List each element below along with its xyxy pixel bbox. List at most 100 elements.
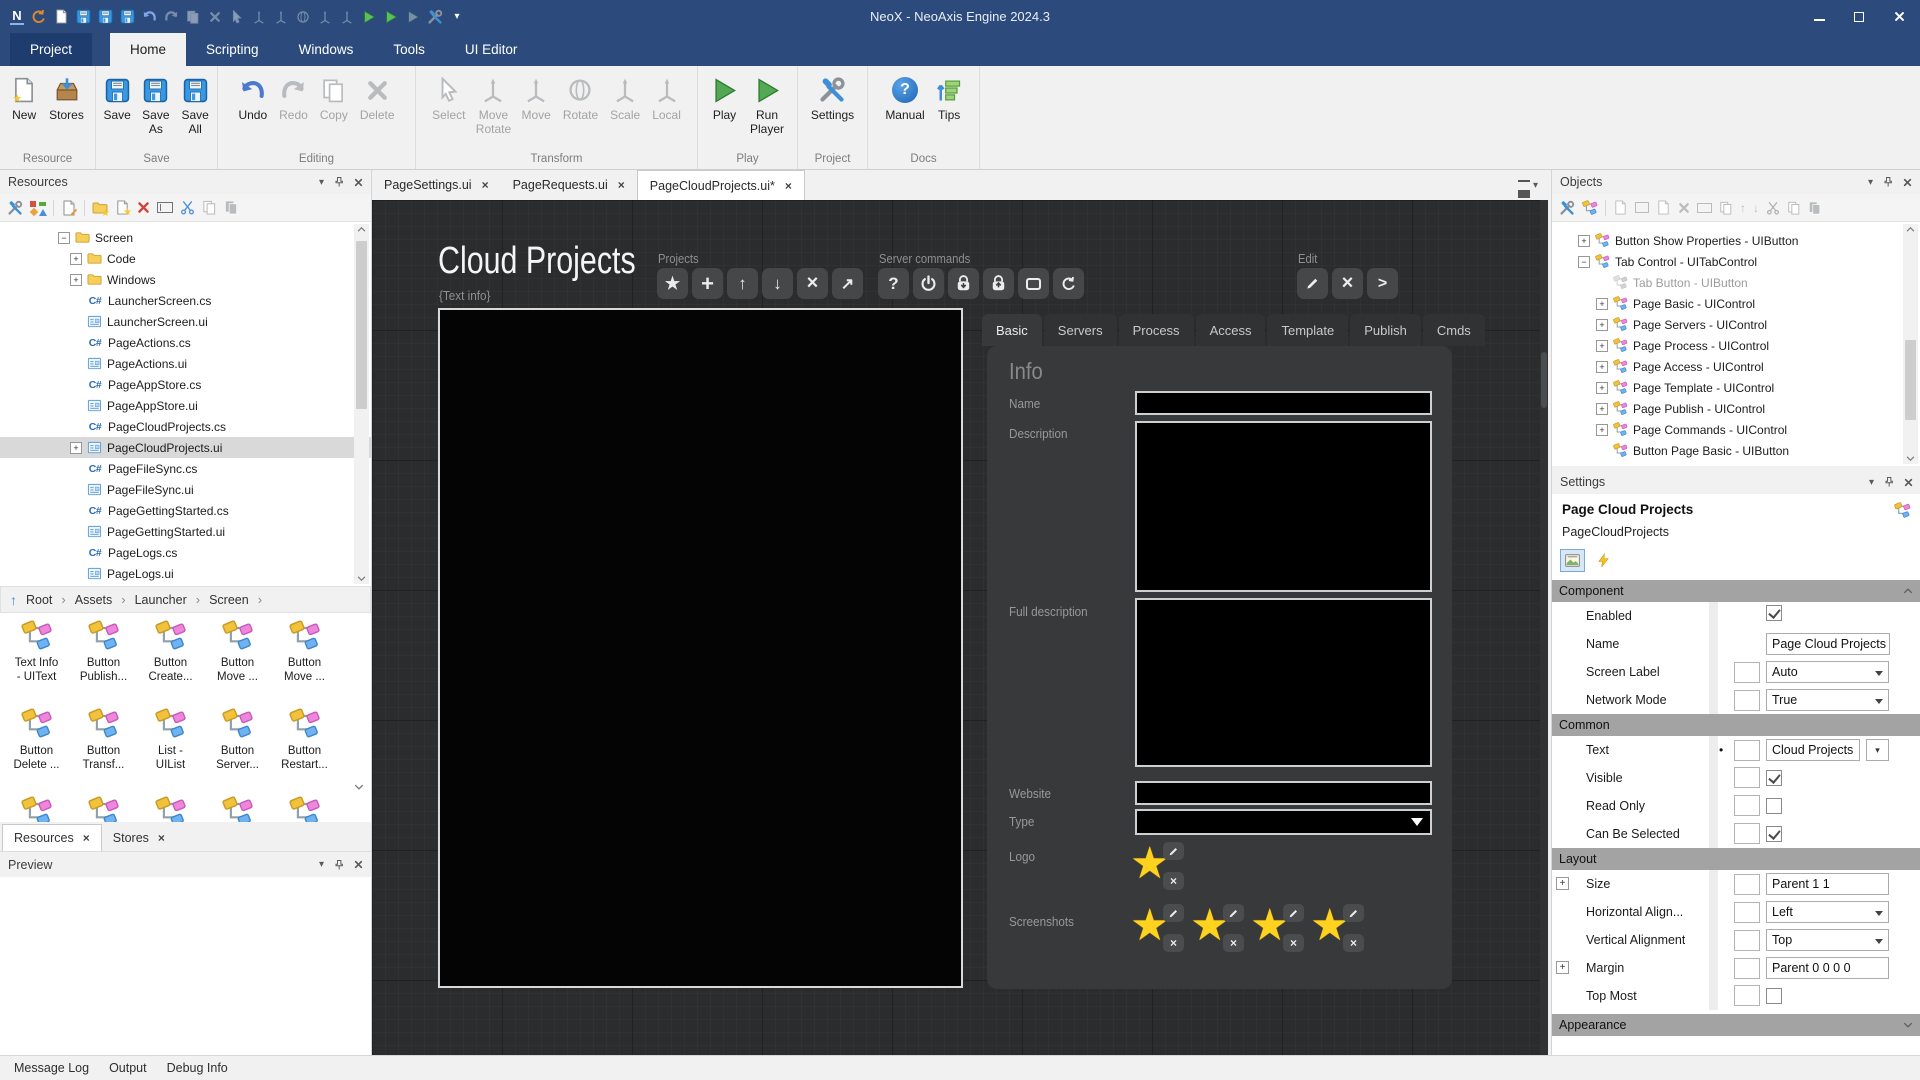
redo-icon[interactable]	[160, 6, 182, 28]
select-button[interactable]: Select	[426, 71, 471, 150]
delete-icon[interactable]	[204, 6, 226, 28]
menu-tab-project[interactable]: Project	[10, 33, 92, 66]
close-button[interactable]	[1884, 6, 1914, 28]
edit-button[interactable]	[1297, 268, 1328, 299]
sync-icon[interactable]	[28, 6, 50, 28]
tree-row[interactable]: PageLogs.ui	[0, 563, 371, 584]
properties-tab-button[interactable]	[1560, 549, 1585, 572]
pin-icon[interactable]	[333, 176, 345, 188]
can-be-selected-checkbox[interactable]	[1766, 826, 1782, 842]
expand-icon[interactable]: +	[1596, 424, 1608, 436]
tree-row[interactable]: C#PageLogs.cs	[0, 542, 371, 563]
grid-item[interactable]: List -UIList	[137, 701, 204, 789]
tree-row[interactable]: PageFileSync.ui	[0, 479, 371, 500]
quickbar-menu-icon[interactable]: ▾	[446, 6, 468, 28]
window-icon[interactable]	[1635, 202, 1649, 213]
edit-resource-icon[interactable]	[61, 200, 77, 216]
scroll-down-icon[interactable]	[1902, 1019, 1914, 1031]
tab-debug-info[interactable]: Debug Info	[157, 1061, 238, 1075]
redo-button[interactable]: Redo	[273, 71, 314, 150]
default-box[interactable]	[1734, 690, 1760, 711]
expand-icon[interactable]: +	[1556, 877, 1569, 890]
tree-row[interactable]: +Windows	[0, 269, 371, 290]
edit-icon[interactable]	[1613, 200, 1628, 215]
doc-tab-pagerequests[interactable]: PageRequests.ui×	[501, 170, 637, 200]
close-icon[interactable]: ×	[618, 178, 625, 192]
move-up-button[interactable]: ↑	[727, 268, 758, 299]
tree-scrollbar[interactable]	[354, 224, 369, 584]
move-rotate-button[interactable]: Move Rotate	[471, 71, 515, 150]
tab-stores[interactable]: Stores×	[102, 824, 176, 851]
new-folder-icon[interactable]: ★	[92, 200, 108, 216]
default-box[interactable]	[1734, 930, 1760, 951]
copy-icon[interactable]	[1787, 201, 1801, 215]
default-box[interactable]	[1734, 662, 1760, 683]
close-icon[interactable]: ×	[482, 178, 489, 192]
name-field[interactable]: Page Cloud Projects	[1766, 633, 1890, 655]
close-icon[interactable]	[1904, 478, 1913, 487]
play-button[interactable]: Play	[705, 71, 744, 150]
grid-item[interactable]	[3, 789, 70, 822]
tree-row[interactable]: −Screen	[0, 227, 371, 248]
tree-row[interactable]: C#LauncherScreen.cs	[0, 290, 371, 311]
pin-icon[interactable]	[1882, 176, 1894, 188]
tree-row[interactable]: PageAppStore.ui	[0, 395, 371, 416]
menu-tab-ui-editor[interactable]: UI Editor	[445, 33, 538, 66]
scrollbar-thumb[interactable]	[1905, 340, 1916, 420]
move-rotate-icon[interactable]	[248, 6, 270, 28]
tab-access[interactable]: Access	[1196, 314, 1266, 346]
scrollbar-thumb[interactable]	[356, 241, 367, 409]
default-box[interactable]	[1734, 823, 1760, 844]
full-description-input[interactable]	[1135, 598, 1432, 767]
screen-label-dropdown[interactable]: Auto	[1766, 661, 1889, 683]
close-icon[interactable]	[354, 860, 363, 869]
type-dropdown[interactable]	[1135, 809, 1432, 835]
canvas-scrollbar[interactable]	[1540, 200, 1548, 1055]
copy-button[interactable]: Copy	[314, 71, 354, 150]
expand-icon[interactable]: +	[1596, 319, 1608, 331]
scroll-down-icon[interactable]	[353, 781, 365, 793]
edit-screenshot-button[interactable]	[1163, 904, 1184, 922]
breadcrumb-assets[interactable]: Assets	[75, 593, 113, 607]
scale-button[interactable]: Scale	[604, 71, 646, 150]
window-button[interactable]	[1018, 268, 1049, 299]
events-tab-button[interactable]	[1591, 549, 1616, 572]
tab-message-log[interactable]: Message Log	[4, 1061, 99, 1075]
new-button[interactable]: ★New	[5, 71, 43, 150]
expand-icon[interactable]: +	[1596, 403, 1608, 415]
edit-logo-button[interactable]	[1163, 842, 1184, 860]
expand-icon[interactable]: +	[1596, 340, 1608, 352]
run-player-icon[interactable]	[380, 6, 402, 28]
grid-item[interactable]: ButtonPublish...	[70, 613, 137, 701]
collapse-icon[interactable]: −	[1578, 256, 1590, 268]
new-resource-icon[interactable]	[50, 6, 72, 28]
grid-item[interactable]: ButtonServer...	[204, 701, 271, 789]
scale-icon[interactable]	[314, 6, 336, 28]
objects-scrollbar[interactable]	[1903, 224, 1918, 464]
website-input[interactable]	[1135, 781, 1432, 805]
move-down-icon[interactable]: ↓	[1753, 201, 1759, 215]
default-box[interactable]	[1734, 740, 1760, 761]
remove-screenshot-button[interactable]: ×	[1283, 934, 1304, 952]
tree-row[interactable]: PageGettingStarted.ui	[0, 521, 371, 542]
new-resource-icon[interactable]: ★	[115, 200, 130, 215]
name-input[interactable]	[1135, 391, 1432, 415]
grid-item[interactable]	[271, 789, 338, 822]
edit-screenshot-button[interactable]	[1223, 904, 1244, 922]
vertical-alignment-dropdown[interactable]: Top	[1766, 929, 1889, 951]
rename-icon[interactable]	[1697, 203, 1712, 213]
local-button[interactable]: Local	[646, 71, 687, 150]
tree-row[interactable]: +Page Template - UIControl	[1552, 377, 1920, 398]
rotate-icon[interactable]	[292, 6, 314, 28]
move-icon[interactable]	[270, 6, 292, 28]
expand-icon[interactable]: +	[1596, 382, 1608, 394]
tree-row[interactable]: C#PageFileSync.cs	[0, 458, 371, 479]
delete-button[interactable]: Delete	[354, 71, 401, 150]
move-up-icon[interactable]: ↑	[1740, 201, 1746, 215]
tree-row[interactable]: +Page Servers - UIControl	[1552, 314, 1920, 335]
copy-icon[interactable]	[202, 200, 217, 215]
delete-icon[interactable]	[1678, 202, 1690, 214]
copy-icon[interactable]	[182, 6, 204, 28]
tree-row[interactable]: PageActions.ui	[0, 353, 371, 374]
top-most-checkbox[interactable]	[1766, 988, 1782, 1004]
